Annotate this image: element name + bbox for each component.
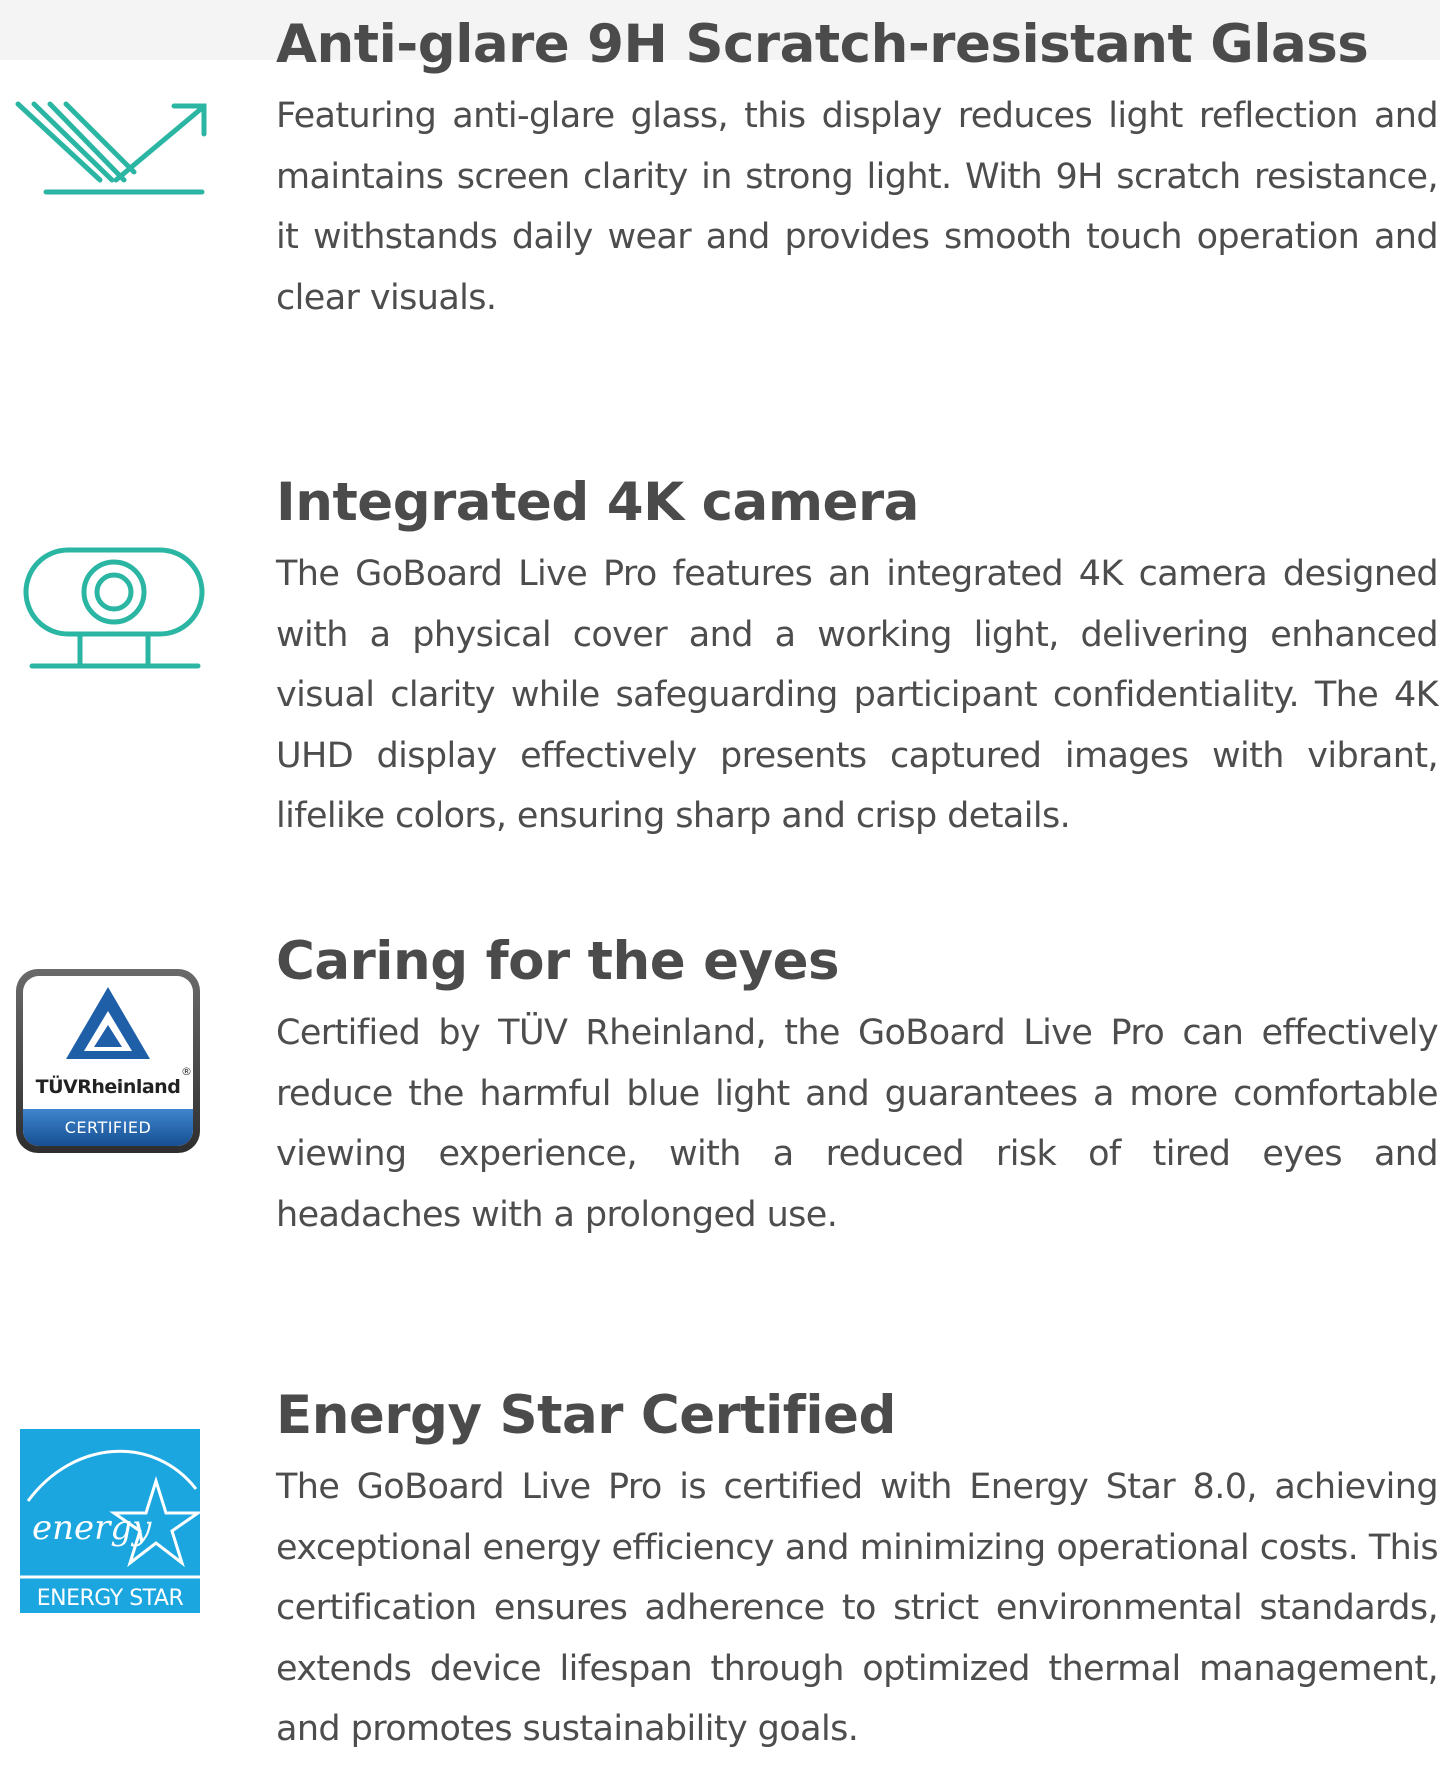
feature-text: Integrated 4K camera The GoBoard Live Pr… <box>276 472 1439 847</box>
tuv-certified-text: CERTIFIED <box>65 1118 152 1137</box>
camera-icon <box>14 546 205 678</box>
energy-star-logo: energy ENERGY STAR <box>14 1429 204 1615</box>
energy-script-text: energy <box>32 1508 152 1548</box>
tuv-rheinland-certified-logo: ® TÜVRheinland CERTIFIED <box>14 967 204 1155</box>
feature-description: Certified by TÜV Rheinland, the GoBoard … <box>276 1013 1439 1235</box>
feature-title: Integrated 4K camera <box>276 472 919 533</box>
feature-title: Caring for the eyes <box>276 931 840 992</box>
feature-description: The GoBoard Live Pro features an integra… <box>276 554 1439 836</box>
feature-title: Anti-glare 9H Scratch-resistant Glass <box>276 14 1369 75</box>
feature-description: The GoBoard Live Pro is certified with E… <box>276 1467 1439 1749</box>
feature-text: Caring for the eyes Certified by TÜV Rhe… <box>276 931 1439 1245</box>
feature-text: Energy Star Certified The GoBoard Live P… <box>276 1385 1439 1760</box>
feature-title: Energy Star Certified <box>276 1385 896 1446</box>
feature-text: Anti-glare 9H Scratch-resistant Glass Fe… <box>276 14 1439 328</box>
feature-description: Featuring anti-glare glass, this display… <box>276 96 1439 318</box>
anti-glare-glass-icon <box>14 94 207 204</box>
energy-star-text: ENERGY STAR <box>37 1586 184 1611</box>
tuv-brand-text: TÜVRheinland <box>36 1074 181 1098</box>
svg-text:®: ® <box>181 1065 192 1078</box>
